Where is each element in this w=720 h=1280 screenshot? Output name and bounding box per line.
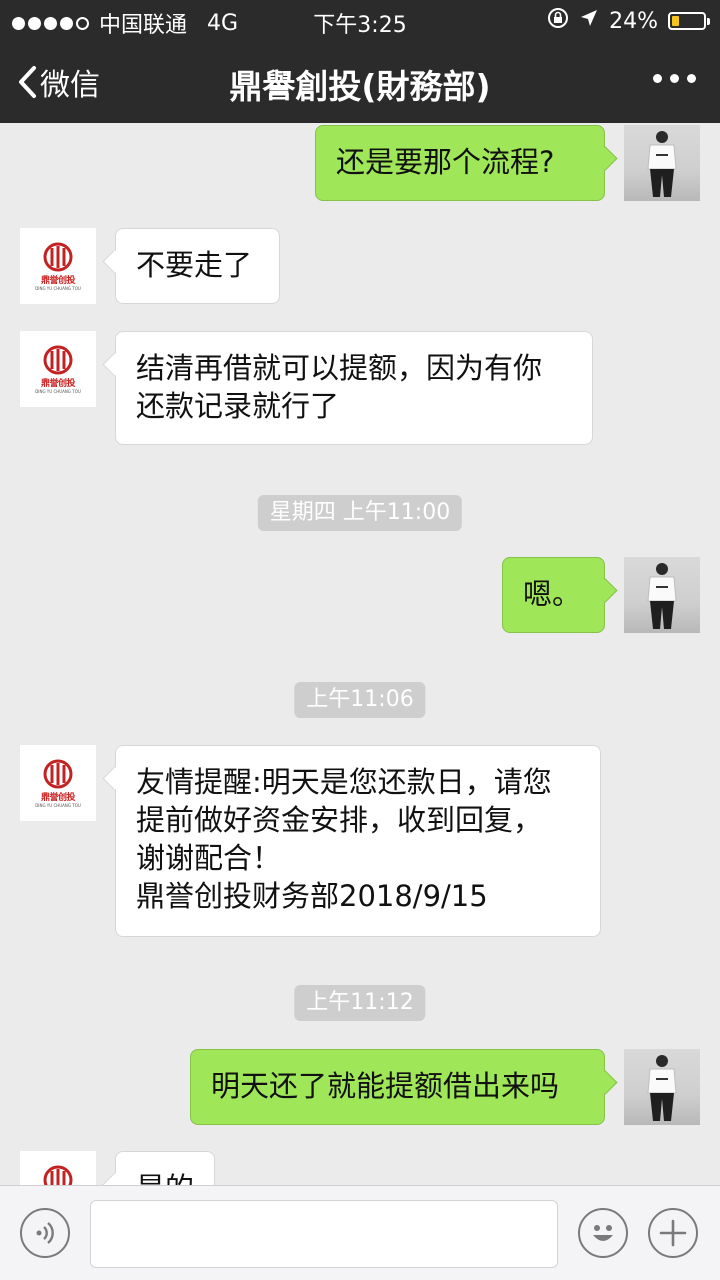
message-text: 是的	[136, 1171, 194, 1185]
contact-avatar[interactable]: 鼎誉创投DING YU CHUANG TOU	[20, 1151, 96, 1185]
message-line: 结清再借就可以提额，因为有你	[136, 351, 543, 385]
message-text: 嗯。	[523, 577, 582, 611]
logo-text: 鼎誉创投	[40, 378, 76, 389]
person-photo-icon	[647, 131, 677, 197]
contact-avatar[interactable]: 鼎誉创投DING YU CHUANG TOU	[20, 745, 96, 821]
incoming-message[interactable]: 友情提醒:明天是您还款日，请您 提前做好资金安排，收到回复， 谢谢配合！ 鼎誉创投财务…	[115, 745, 601, 937]
status-right: 24%	[547, 7, 710, 35]
my-avatar[interactable]	[624, 557, 700, 633]
timestamp: 上午11:12	[294, 985, 426, 1021]
message-line: 谢谢配合！	[136, 841, 282, 875]
company-logo-icon	[43, 242, 73, 271]
person-photo-icon	[647, 1055, 677, 1121]
message-input[interactable]	[90, 1200, 558, 1268]
voice-icon[interactable]	[20, 1208, 70, 1258]
contact-avatar[interactable]: 鼎誉创投DING YU CHUANG TOU	[20, 228, 96, 304]
status-bar: 中国联通 4G 下午3:25 24%	[0, 0, 720, 40]
message-line: 提前做好资金安排，收到回复，	[136, 803, 543, 837]
timestamp: 星期四 上午11:00	[257, 495, 463, 531]
logo-text: 鼎誉创投	[40, 792, 76, 803]
timestamp: 上午11:06	[294, 682, 426, 718]
chat-title: 鼎譽創投(財務部)	[229, 67, 491, 106]
company-logo-icon	[43, 1165, 73, 1185]
battery-icon	[668, 12, 710, 30]
logo-text: 鼎誉创投	[40, 275, 76, 286]
message-line: 还款记录就行了	[136, 389, 340, 423]
message-line: 鼎誉创投财务部2018/9/15	[136, 879, 488, 913]
logo-subtext: DING YU CHUANG TOU	[35, 285, 81, 291]
message-text: 还是要那个流程?	[336, 145, 555, 179]
message-text: 明天还了就能提额借出来吗	[211, 1069, 560, 1103]
nav-bar: 微信 鼎譽創投(財務部)	[0, 40, 720, 123]
orientation-lock-icon	[547, 7, 569, 35]
outgoing-message[interactable]: 明天还了就能提额借出来吗	[190, 1049, 605, 1125]
emoji-icon[interactable]	[578, 1208, 628, 1258]
contact-avatar[interactable]: 鼎誉创投DING YU CHUANG TOU	[20, 331, 96, 407]
incoming-message[interactable]: 是的	[115, 1151, 215, 1185]
logo-subtext: DING YU CHUANG TOU	[35, 802, 81, 808]
top-bar: 中国联通 4G 下午3:25 24% 微信 鼎譽創投(財務部)	[0, 0, 720, 123]
chat-area[interactable]: 还是要那个流程? 不要走了 鼎誉创投 DING YU CHUANG TOU 结清再借就可…	[0, 123, 720, 1185]
logo-subtext: DING YU CHUANG TOU	[35, 388, 81, 394]
incoming-message[interactable]: 不要走了	[115, 228, 280, 304]
company-logo-icon	[43, 345, 73, 374]
my-avatar[interactable]	[624, 125, 700, 201]
message-line: 友情提醒:明天是您还款日，请您	[136, 765, 552, 799]
more-dots-icon[interactable]	[653, 74, 696, 83]
plus-icon[interactable]	[648, 1208, 698, 1258]
outgoing-message[interactable]: 还是要那个流程?	[315, 125, 605, 201]
outgoing-message[interactable]: 嗯。	[502, 557, 605, 633]
message-text: 不要走了	[136, 248, 253, 282]
my-avatar[interactable]	[624, 1049, 700, 1125]
input-bar	[0, 1185, 720, 1280]
incoming-message[interactable]: 结清再借就可以提额，因为有你 还款记录就行了	[115, 331, 593, 445]
location-arrow-icon	[579, 8, 599, 34]
company-logo-icon	[43, 759, 73, 788]
battery-percent: 24%	[609, 8, 658, 34]
person-photo-icon	[647, 563, 677, 629]
